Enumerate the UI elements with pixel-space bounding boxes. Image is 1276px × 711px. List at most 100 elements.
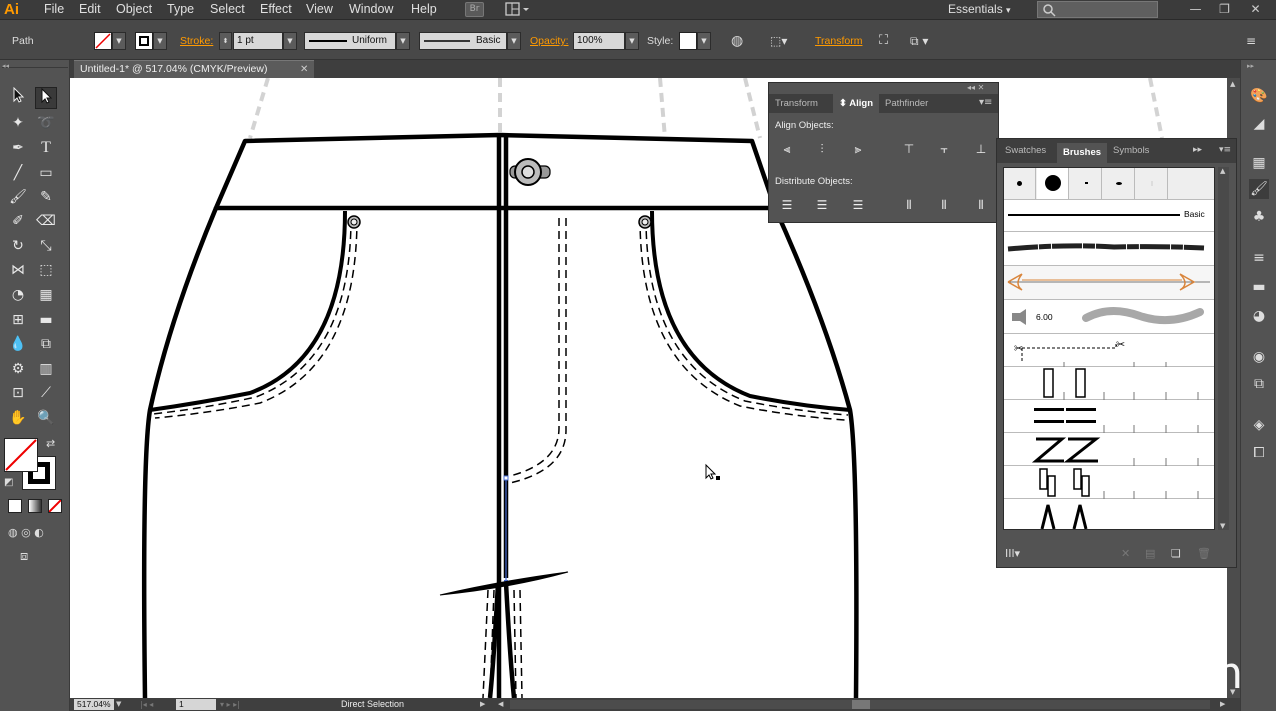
swap-fill-stroke-icon[interactable]: ⇄	[46, 437, 58, 450]
hand-tool-icon[interactable]: ✋	[7, 407, 29, 429]
variable-width-profile[interactable]: Uniform	[304, 32, 396, 50]
align-horizontal-center-icon[interactable]: ⫶	[813, 140, 831, 158]
artboard-tool-icon[interactable]: ⊡	[7, 382, 29, 404]
dock-expand-icon[interactable]: ▸▸	[1247, 62, 1273, 70]
distribute-bottom-icon[interactable]: ☰	[849, 196, 867, 214]
menu-select[interactable]: Select	[210, 2, 245, 16]
tab-pathfinder[interactable]: Pathfinder	[879, 94, 934, 113]
zoom-tool-icon[interactable]: 🔍	[35, 407, 57, 429]
transform-panel-link[interactable]: Transform	[815, 35, 862, 47]
pattern-brush-row[interactable]	[1004, 367, 1214, 400]
opacity-input[interactable]: 100%	[573, 32, 625, 50]
zoom-dropdown[interactable]: ▼	[116, 698, 130, 711]
graphic-style-dropdown[interactable]: ▼	[697, 32, 711, 50]
default-colors-icon[interactable]: ◩	[4, 477, 16, 489]
basic-brush-row[interactable]: Basic	[1004, 200, 1214, 232]
align-right-icon[interactable]: ⫸	[849, 140, 867, 158]
distribute-right-icon[interactable]: ⦀	[972, 196, 990, 214]
tab-swatches[interactable]: Swatches	[999, 143, 1052, 159]
align-left-icon[interactable]: ⫷	[778, 140, 796, 158]
shape-builder-tool-icon[interactable]: ◔	[7, 284, 29, 306]
charcoal-brush-row[interactable]	[1004, 232, 1214, 266]
menu-view[interactable]: View	[306, 2, 333, 16]
eraser-tool-icon[interactable]: ⌫	[35, 210, 57, 232]
transparency-panel-icon[interactable]: ◕	[1249, 306, 1269, 326]
fill-dropdown[interactable]: ▼	[112, 32, 126, 50]
brush-thumbnail[interactable]	[1070, 168, 1102, 199]
rectangle-tool-icon[interactable]: ▭	[35, 162, 57, 184]
pencil-tool-icon[interactable]: ✎	[35, 186, 57, 208]
new-brush-icon[interactable]: ❏	[1171, 547, 1181, 560]
align-vertical-center-icon[interactable]: ⫟	[935, 140, 953, 158]
scale-tool-icon[interactable]: ⤡	[35, 235, 57, 257]
perspective-grid-tool-icon[interactable]: ▦	[35, 284, 57, 306]
brush-thumbnail[interactable]	[1136, 168, 1168, 199]
symbol-sprayer-tool-icon[interactable]: ⚙	[7, 358, 29, 380]
fill-swatch[interactable]	[94, 32, 112, 50]
stroke-swatch[interactable]	[135, 32, 153, 50]
color-guide-icon[interactable]: ◢	[1249, 114, 1269, 134]
none-mode-icon[interactable]	[48, 499, 62, 513]
eyedropper-tool-icon[interactable]: 💧	[7, 333, 29, 355]
stroke-panel-icon[interactable]: ≡	[1249, 248, 1269, 268]
remove-brush-stroke-icon[interactable]: ✕	[1121, 547, 1130, 560]
distribute-top-icon[interactable]: ☰	[778, 196, 796, 214]
art-brush-row[interactable]	[1004, 266, 1214, 300]
distribute-horizontal-center-icon[interactable]: ⦀	[935, 196, 953, 214]
type-tool-icon[interactable]: T	[35, 137, 57, 159]
layers-panel-icon[interactable]: ◈	[1249, 415, 1269, 435]
graphic-styles-panel-icon[interactable]: ⧉	[1249, 374, 1269, 394]
menu-effect[interactable]: Effect	[260, 2, 292, 16]
panel-menu-icon[interactable]: ▾≡	[1219, 145, 1231, 155]
opacity-dropdown[interactable]: ▼	[625, 32, 639, 50]
artboard-number-input[interactable]: 1	[176, 699, 216, 710]
stroke-panel-link[interactable]: Stroke:	[180, 35, 213, 47]
brush-definition[interactable]: Basic	[419, 32, 507, 50]
pen-tool-icon[interactable]: ✒	[7, 137, 29, 159]
color-panel-icon[interactable]: 🎨	[1249, 86, 1269, 106]
artboards-panel-icon[interactable]: ⧠	[1249, 443, 1269, 463]
panel-menu-icon[interactable]: ▾≡	[979, 97, 992, 108]
brush-library-list[interactable]: Basic 6.00 ✂ ✂	[1003, 167, 1215, 530]
symbols-panel-icon[interactable]: ♣	[1249, 207, 1269, 227]
brush-thumbnail[interactable]	[1037, 168, 1069, 199]
distribute-left-icon[interactable]: ⦀	[900, 196, 918, 214]
scroll-left-icon[interactable]: ◀	[498, 698, 508, 711]
color-mode-icon[interactable]	[8, 499, 22, 513]
arrange-icon[interactable]: ⧉ ▾	[910, 33, 940, 49]
column-graph-tool-icon[interactable]: ▥	[35, 358, 57, 380]
blob-brush-tool-icon[interactable]: ✐	[7, 210, 29, 232]
brush-libraries-menu-icon[interactable]: IIl▾	[1005, 547, 1020, 560]
gradient-panel-icon[interactable]: ▬	[1249, 277, 1269, 297]
lasso-tool-icon[interactable]: ➰	[35, 112, 57, 134]
search-input[interactable]	[1037, 1, 1158, 18]
pattern-brush-row[interactable]	[1004, 466, 1214, 499]
blend-tool-icon[interactable]: ⧉	[35, 333, 57, 355]
bridge-button[interactable]: Br	[465, 2, 484, 17]
menu-type[interactable]: Type	[167, 2, 194, 16]
stroke-dropdown[interactable]: ▼	[153, 32, 167, 50]
menu-file[interactable]: File	[44, 2, 64, 16]
panel-collapse-icon[interactable]: ▸▸	[1193, 145, 1202, 155]
stroke-weight-stepper[interactable]: ⬍	[219, 32, 232, 50]
tab-symbols[interactable]: Symbols	[1107, 143, 1155, 159]
selection-tool-icon[interactable]	[7, 86, 29, 109]
graphic-style-swatch[interactable]	[679, 32, 697, 50]
workspace-switcher[interactable]: Essentials ▾	[948, 2, 1011, 16]
next-last-artboard-icon[interactable]: ▾ ▸ ▸|	[220, 698, 270, 711]
menu-help[interactable]: Help	[411, 2, 437, 16]
draw-mode-icons[interactable]: ◍ ◎ ◐	[8, 526, 64, 540]
minimize-button[interactable]: —	[1183, 0, 1208, 19]
fill-color-swatch[interactable]	[4, 438, 38, 472]
slice-tool-icon[interactable]: ⟋	[35, 382, 57, 404]
gradient-mode-icon[interactable]	[28, 499, 42, 513]
scroll-right-icon[interactable]: ▶	[1220, 698, 1230, 711]
pattern-brush-row[interactable]: ✂ ✂	[1004, 334, 1214, 367]
profile-dropdown[interactable]: ▼	[396, 32, 410, 50]
brush-thumbnail[interactable]	[1103, 168, 1135, 199]
pattern-brush-row[interactable]	[1004, 499, 1214, 529]
horizontal-scrollbar[interactable]	[510, 700, 1210, 709]
rotate-tool-icon[interactable]: ↻	[7, 235, 29, 257]
tab-brushes[interactable]: Brushes	[1057, 143, 1108, 163]
isolate-icon[interactable]: ⛶	[879, 33, 897, 49]
